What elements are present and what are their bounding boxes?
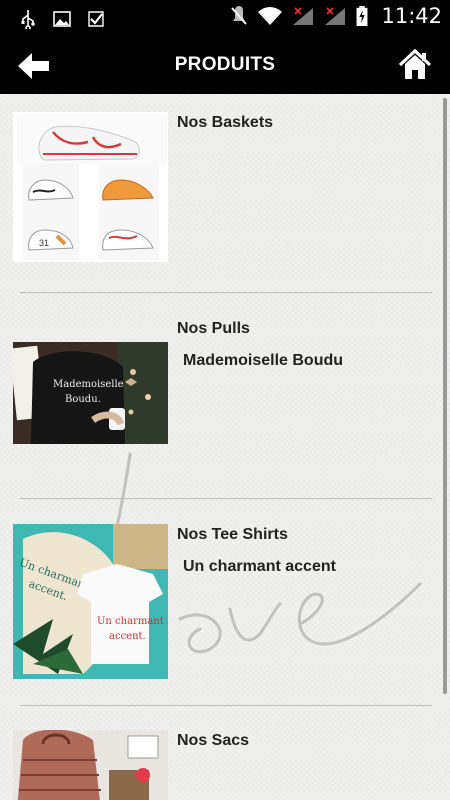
list-item-sacs[interactable]: Nos Sacs (0, 730, 440, 800)
list-item-tee-shirts[interactable]: Un charmant accent. Un charmant accent. … (0, 524, 440, 690)
sacs-thumbnail (13, 730, 168, 800)
status-time: 11:42 (381, 4, 442, 28)
product-list[interactable]: 31 Nos Baskets Mademoiselle Boudu. Nos P… (0, 94, 450, 800)
home-button[interactable] (398, 48, 432, 82)
svg-text:accent.: accent. (109, 631, 146, 642)
divider (20, 705, 432, 706)
item-subtitle: Un charmant accent (183, 558, 336, 575)
item-subtitle: Mademoiselle Boudu (183, 352, 344, 369)
page-title: PRODUITS (174, 54, 276, 75)
check-icon (88, 11, 104, 27)
item-title: Nos Pulls (177, 320, 250, 337)
pulls-thumbnail: Mademoiselle Boudu. (13, 342, 168, 444)
wifi-icon (258, 7, 283, 25)
svg-text:31: 31 (39, 238, 49, 248)
mute-icon (231, 6, 248, 25)
battery-charging-icon (357, 6, 368, 26)
scrollbar[interactable] (443, 98, 447, 694)
baskets-thumbnail: 31 (13, 112, 168, 262)
signal-icon (293, 7, 314, 25)
item-title: Nos Sacs (177, 732, 250, 749)
image-icon (53, 11, 71, 27)
list-item-baskets[interactable]: 31 Nos Baskets (0, 108, 440, 262)
svg-text:Mademoiselle: Mademoiselle (53, 379, 124, 390)
signal-icon (325, 7, 346, 25)
svg-text:Boudu.: Boudu. (65, 394, 101, 405)
app-bar: PRODUITS (0, 38, 450, 94)
item-title: Nos Tee Shirts (177, 526, 288, 543)
svg-text:Un charmant: Un charmant (97, 616, 164, 627)
status-bar: 11:42 (0, 0, 450, 38)
item-title: Nos Baskets (177, 114, 274, 131)
divider (20, 498, 432, 499)
list-item-pulls[interactable]: Mademoiselle Boudu. Nos Pulls Mademoisel… (0, 320, 440, 454)
home-icon (398, 48, 432, 79)
divider (20, 292, 432, 293)
usb-icon (21, 10, 35, 29)
tee-shirts-thumbnail: Un charmant accent. Un charmant accent. (13, 524, 168, 679)
